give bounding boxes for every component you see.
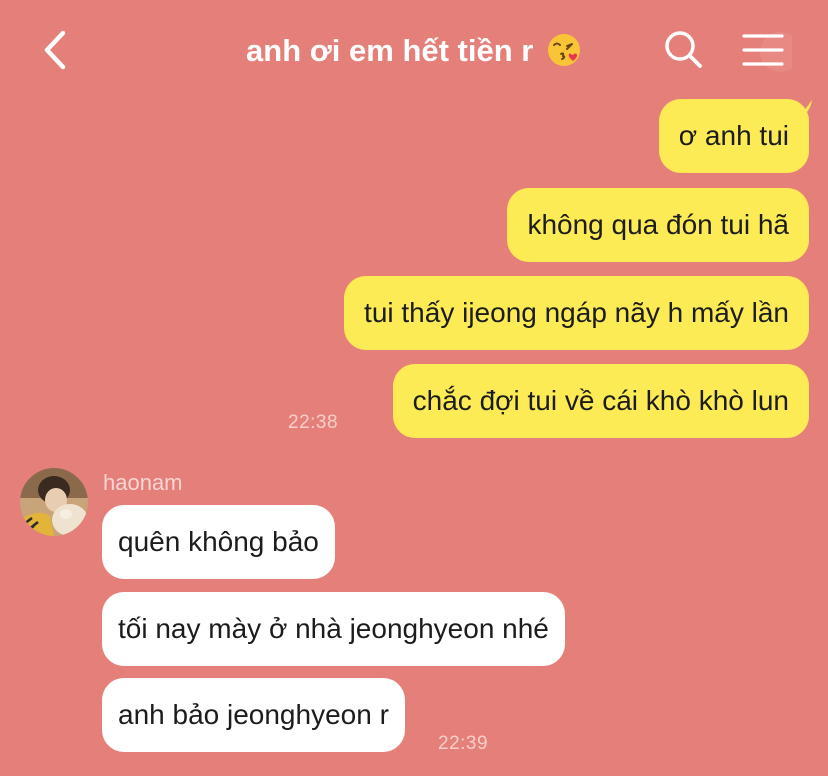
back-button[interactable]	[30, 24, 78, 76]
incoming-message[interactable]: anh bảo jeonghyeon r	[102, 678, 405, 752]
chat-title-text: anh ơi em hết tiền r	[246, 33, 534, 68]
sender-name: haonam	[103, 470, 183, 495]
chat-title: anh ơi em hết tiền r	[150, 28, 678, 74]
hamburger-menu-icon	[742, 32, 800, 72]
avatar[interactable]	[20, 468, 88, 536]
outgoing-message[interactable]: tui thấy ijeong ngáp nãy h mấy lần	[344, 276, 809, 350]
incoming-timestamp: 22:39	[438, 733, 489, 754]
outgoing-message[interactable]: ơ anh tui	[658, 99, 809, 173]
incoming-message[interactable]: tối nay mày ở nhà jeonghyeon nhé	[102, 592, 565, 666]
avatar-photo	[20, 468, 88, 536]
search-icon	[665, 31, 702, 68]
menu-button[interactable]	[736, 24, 800, 76]
face-blowing-kiss-emoji	[547, 34, 580, 66]
chat-header: anh ơi em hết tiền r	[0, 0, 828, 100]
outgoing-message[interactable]: không qua đón tui hã	[507, 188, 809, 262]
outgoing-timestamp: 22:38	[288, 412, 339, 433]
chevron-left-icon	[44, 30, 66, 70]
outgoing-message[interactable]: chắc đợi tui về cái khò khò lun	[392, 364, 809, 438]
incoming-message[interactable]: quên không bảo	[102, 505, 335, 579]
search-button[interactable]	[660, 26, 706, 72]
